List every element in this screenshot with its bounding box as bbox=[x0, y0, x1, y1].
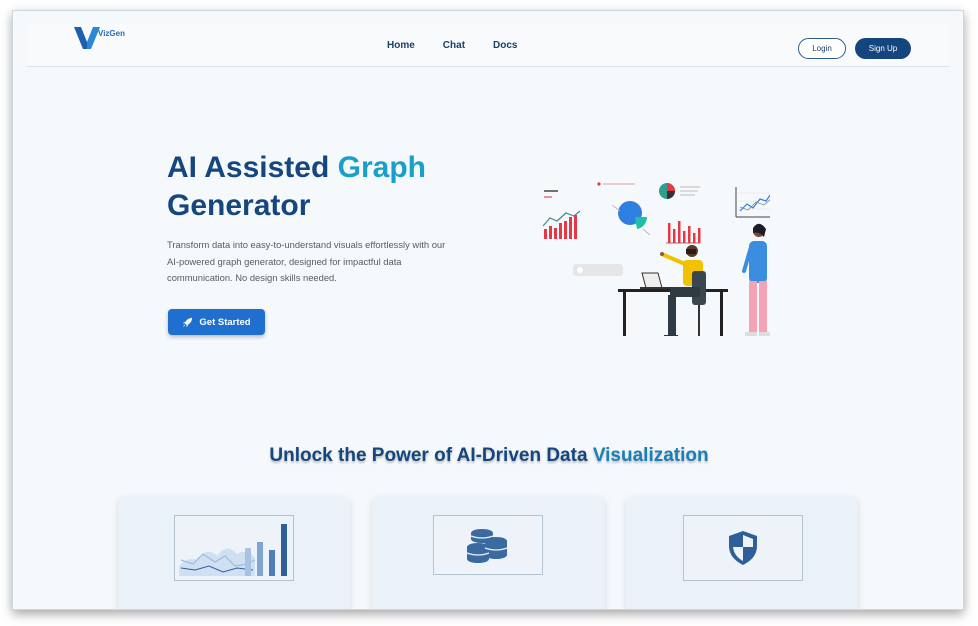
chart-icon bbox=[179, 524, 287, 576]
hero-title: AI Assisted Graph Generator bbox=[167, 149, 497, 225]
login-button[interactable]: Login bbox=[798, 38, 846, 59]
hero-title-part2: Generator bbox=[167, 189, 311, 222]
get-started-button[interactable]: Get Started bbox=[168, 309, 265, 335]
nav-docs[interactable]: Docs bbox=[493, 40, 517, 51]
feature-card-security[interactable] bbox=[626, 497, 858, 609]
feature-card-charts[interactable] bbox=[118, 497, 350, 609]
features-title: Unlock the Power of AI-Driven Data Visua… bbox=[13, 445, 963, 467]
card-image-security bbox=[683, 515, 803, 581]
features-title-part1: Unlock the Power of AI-Driven Data bbox=[269, 445, 593, 466]
logo-v-icon bbox=[74, 27, 100, 49]
nav-chat[interactable]: Chat bbox=[443, 40, 465, 51]
signup-button[interactable]: Sign Up bbox=[855, 38, 911, 59]
get-started-label: Get Started bbox=[199, 316, 251, 328]
shield-icon bbox=[729, 531, 757, 565]
feature-card-data[interactable] bbox=[372, 497, 605, 609]
feature-cards bbox=[118, 497, 858, 609]
card-image-data bbox=[433, 515, 543, 575]
card-image-charts bbox=[174, 515, 294, 581]
hero-title-part1: AI Assisted bbox=[167, 151, 338, 184]
rocket-icon bbox=[183, 317, 193, 327]
nav-home[interactable]: Home bbox=[387, 40, 415, 51]
logo[interactable]: VizGen bbox=[74, 25, 134, 55]
database-icon bbox=[466, 529, 508, 563]
browser-frame: VizGen Home Chat Docs Login Sign Up AI A… bbox=[12, 10, 964, 610]
hero-description: Transform data into easy-to-understand v… bbox=[167, 239, 446, 283]
logo-text: VizGen bbox=[98, 29, 125, 38]
features-title-accent: Visualization bbox=[592, 445, 709, 466]
hero-title-accent: Graph bbox=[337, 151, 426, 184]
nav-links: Home Chat Docs bbox=[387, 40, 517, 51]
navbar: VizGen Home Chat Docs Login Sign Up bbox=[27, 23, 949, 67]
hero-illustration bbox=[542, 182, 770, 336]
